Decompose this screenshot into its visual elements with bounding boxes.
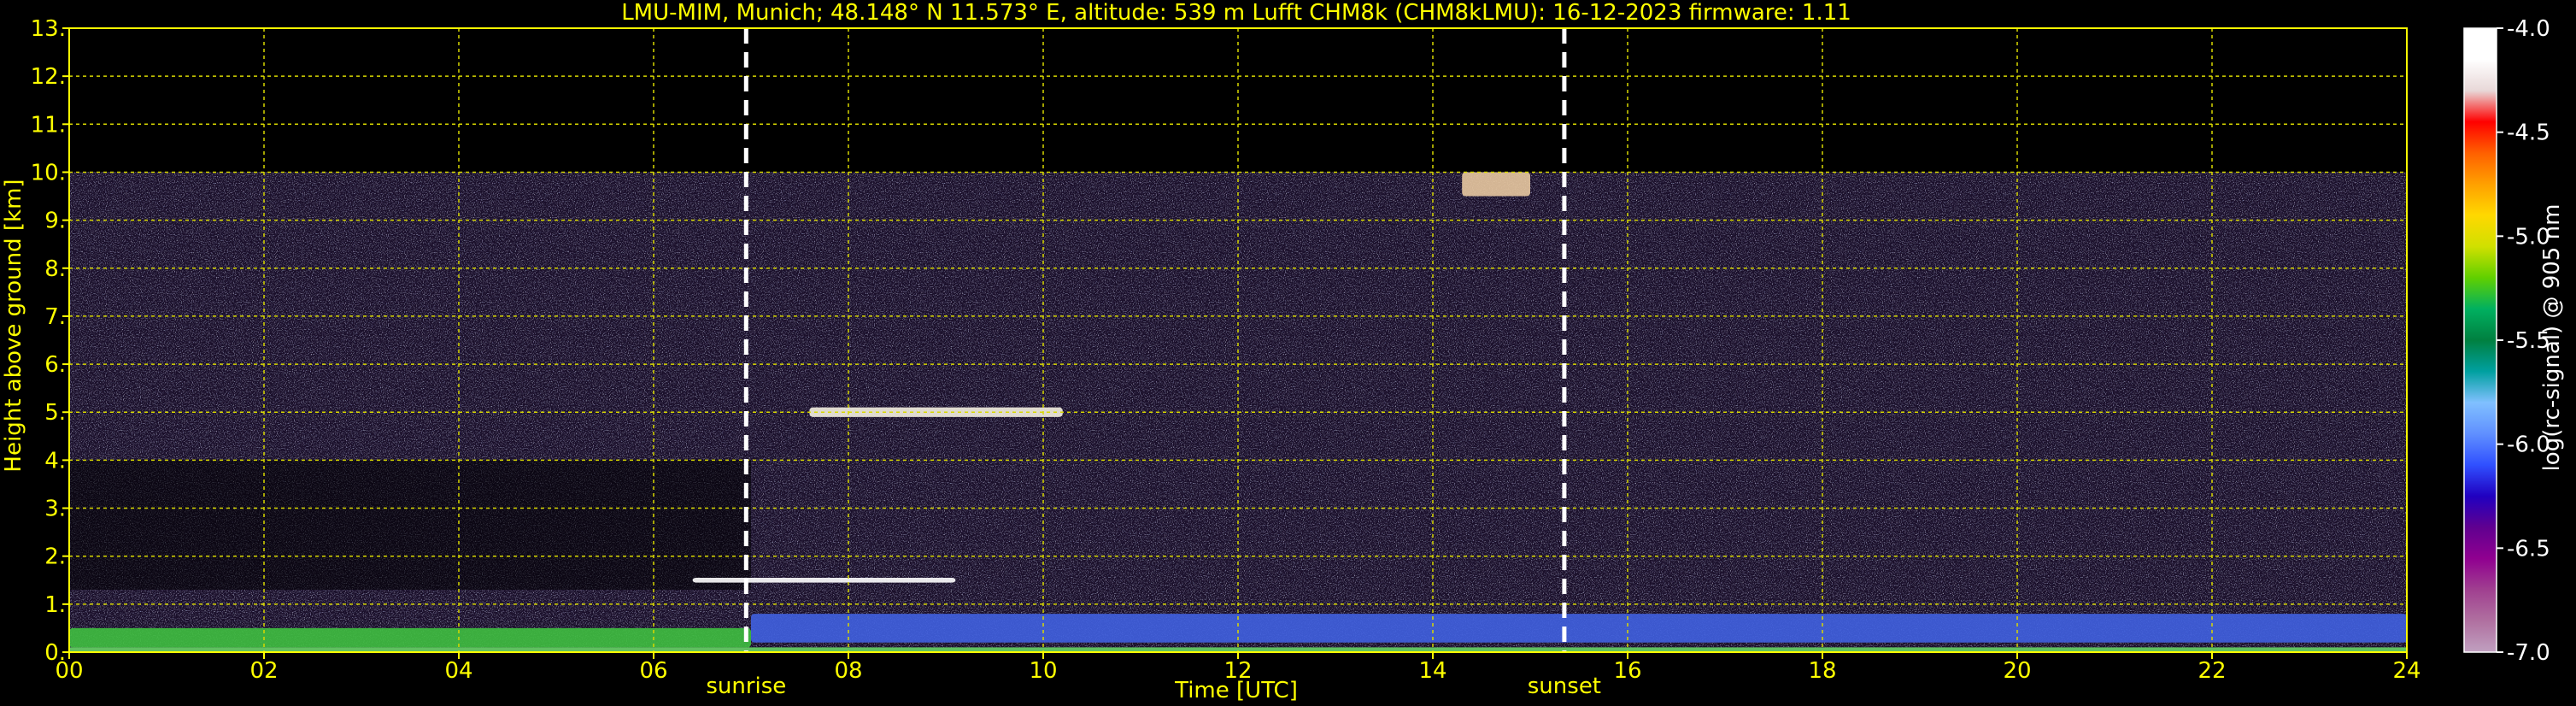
y-tick-label: 4.	[44, 448, 66, 474]
colorbar-tick-label: -4.5	[2507, 121, 2550, 146]
colorbar-tick-label: -4.0	[2507, 16, 2550, 42]
x-tick-label: 18	[1808, 658, 1836, 684]
y-tick-label: 10.	[31, 160, 66, 185]
y-tick-label: 8.	[44, 256, 66, 282]
y-tick-label: 3.	[44, 497, 66, 522]
x-tick-label: 04	[444, 658, 472, 684]
feature-residual-layer	[751, 614, 2407, 643]
feature-low-cloud	[692, 577, 956, 583]
feature-cirrus	[1462, 172, 1530, 197]
y-tick-label: 2.	[44, 544, 66, 570]
x-tick-label: 02	[249, 658, 278, 684]
x-tick-label: 06	[639, 658, 667, 684]
colorbar-tick-label: -6.5	[2507, 536, 2550, 562]
colorbar-tick-label: -7.0	[2507, 640, 2550, 666]
x-tick-label: 20	[2003, 658, 2031, 684]
x-tick-label: 10	[1029, 658, 1057, 684]
colorbar-scale	[2463, 27, 2497, 653]
feature-mid-level-cloud	[809, 407, 1063, 417]
y-tick-label: 5.	[44, 400, 66, 426]
y-axis-label: Height above ground [km]	[1, 179, 26, 472]
x-tick-label: 16	[1613, 658, 1641, 684]
event-label-sunrise: sunrise	[706, 674, 786, 699]
quiet-band	[69, 460, 751, 590]
y-tick-label: 9.	[44, 209, 66, 234]
y-tick-label: 0.	[44, 640, 66, 666]
x-tick-label: 22	[2198, 658, 2226, 684]
y-tick-label: 12.	[31, 64, 66, 90]
colorbar-label: log(rc-signal) @ 905 nm	[2539, 204, 2565, 472]
y-tick-label: 11.	[31, 112, 66, 138]
feature-boundary-layer	[69, 627, 751, 648]
x-tick-label: 08	[834, 658, 862, 684]
x-axis-label: Time [UTC]	[1174, 678, 1298, 703]
x-tick-label: 14	[1418, 658, 1446, 684]
colorbar: -4.0-4.5-5.0-5.5-6.0-6.5-7.0	[2463, 16, 2550, 666]
chart-title: LMU-MIM, Munich; 48.148° N 11.573° E, al…	[621, 0, 1851, 26]
event-label-sunset: sunset	[1528, 674, 1601, 699]
y-tick-label: 1.	[44, 592, 66, 618]
x-tick-label: 24	[2392, 658, 2421, 684]
y-tick-label: 6.	[44, 352, 66, 378]
ceilometer-chart: sunrise sunset 00 02 04 06 08 10 12 14 16 18 20 22 24…	[1, 0, 2565, 703]
y-tick-label: 7.	[44, 304, 66, 330]
y-tick-label: 13.	[31, 16, 66, 42]
